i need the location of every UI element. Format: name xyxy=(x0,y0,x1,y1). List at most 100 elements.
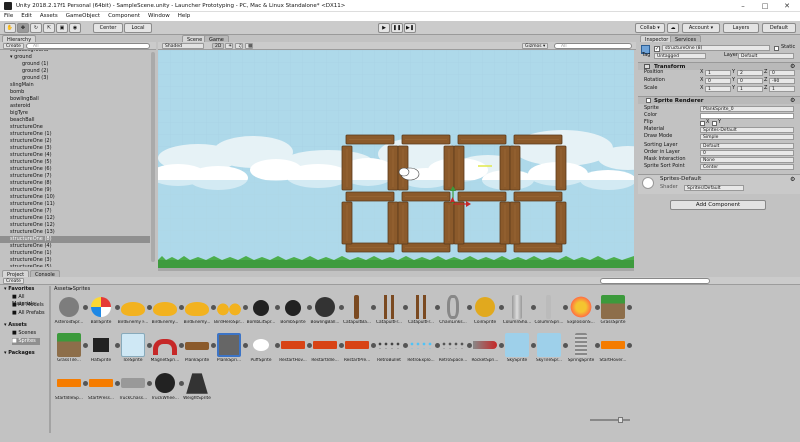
effects-toggle[interactable]: ▩ xyxy=(245,43,253,49)
hierarchy-search-input[interactable]: All xyxy=(26,43,150,49)
sprite-sort-point-dropdown[interactable]: Center xyxy=(700,164,794,170)
asset-item[interactable]: WeightSprite xyxy=(182,369,212,405)
sprite-renderer-settings-icon[interactable]: ⚙ xyxy=(790,97,795,104)
add-component-button[interactable]: Add Component xyxy=(670,200,766,210)
asset-item[interactable]: TruckWhee... xyxy=(150,369,184,405)
space-toggle[interactable]: Local xyxy=(124,23,152,33)
hierarchy-item[interactable]: asteroid xyxy=(0,103,150,110)
step-button[interactable]: ▶❚ xyxy=(404,23,416,33)
asset-item[interactable]: RestartIdle... xyxy=(310,331,344,367)
shader-dropdown[interactable]: Sprites/Default xyxy=(684,185,744,191)
hierarchy-item[interactable]: slingMain xyxy=(0,82,150,89)
asset-item[interactable]: MagnetSpri... xyxy=(150,331,184,367)
asset-item[interactable]: BirdEnemy F... xyxy=(118,293,152,329)
hierarchy-item[interactable]: ground (2) xyxy=(0,68,150,75)
expand-sprites-icon[interactable] xyxy=(627,343,632,348)
menu-item-help[interactable]: Help xyxy=(178,12,191,21)
asset-item[interactable]: CatapultBa... xyxy=(342,293,376,329)
sorting-layer-dropdown[interactable]: Default xyxy=(700,143,794,149)
pivot-toggle[interactable]: Center xyxy=(93,23,123,33)
tag-dropdown[interactable]: Untagged xyxy=(654,53,706,59)
project-divider[interactable] xyxy=(49,286,51,433)
minimize-button[interactable]: – xyxy=(732,0,754,12)
cloud-icon[interactable]: ☁ xyxy=(667,23,679,33)
hierarchy-item[interactable]: structureOne (9) xyxy=(0,187,150,194)
project-tree-item[interactable]: ▾ Favorites xyxy=(4,286,34,293)
asset-item[interactable]: PlankSprite xyxy=(182,331,216,367)
scene-viewport[interactable] xyxy=(158,50,634,268)
asset-item[interactable]: ChainLinks... xyxy=(438,293,472,329)
asset-item[interactable]: BirdEnemy... xyxy=(150,293,184,329)
project-tree-item[interactable]: ■ All Models xyxy=(12,302,44,309)
position-x-field[interactable]: 1 xyxy=(705,70,731,76)
static-checkbox[interactable] xyxy=(774,46,779,51)
sprite-renderer-header[interactable]: Sprite Renderer xyxy=(638,96,800,104)
hierarchy-item[interactable]: structureOne (8) xyxy=(0,180,150,187)
project-search-input[interactable] xyxy=(600,278,710,284)
draw-mode-dropdown[interactable]: Simple xyxy=(700,134,794,140)
asset-item[interactable]: StartPress... xyxy=(86,369,120,405)
sprite-field[interactable]: PlankSprite_0 xyxy=(700,106,794,112)
project-create-button[interactable]: Create xyxy=(3,278,24,284)
asset-item[interactable]: BirdEnemy... xyxy=(182,293,216,329)
gizmos-dropdown[interactable]: Gizmos ▾ xyxy=(522,43,549,49)
rect-tool-button[interactable]: ▣ xyxy=(56,23,68,33)
layout-dropdown[interactable]: Default xyxy=(762,23,796,33)
asset-item[interactable]: SpringSprite xyxy=(566,331,600,367)
menu-item-edit[interactable]: Edit xyxy=(21,12,32,21)
flip-x-checkbox[interactable] xyxy=(700,121,705,126)
active-checkbox[interactable]: ✓ xyxy=(654,46,660,52)
material-field[interactable]: Sprites-Default xyxy=(700,127,794,133)
hierarchy-item[interactable]: structureOne (3) xyxy=(0,257,150,264)
asset-item[interactable]: PlankSpri... xyxy=(214,331,248,367)
hierarchy-item[interactable]: structureOne (2) xyxy=(0,138,150,145)
asset-item[interactable]: RocketSpri... xyxy=(470,331,504,367)
asset-item[interactable]: RetroBullet xyxy=(374,331,408,367)
hierarchy-item[interactable]: bomb xyxy=(0,89,150,96)
asset-item[interactable]: ColumnSho... xyxy=(502,293,536,329)
hierarchy-item[interactable]: structureOne (4) xyxy=(0,243,150,250)
project-tree-item[interactable]: ■ Scenes xyxy=(12,330,36,337)
shading-dropdown[interactable]: Shaded xyxy=(162,43,204,49)
asset-item[interactable]: SkySprite xyxy=(502,331,536,367)
asset-item[interactable]: HatSprite xyxy=(86,331,120,367)
hierarchy-item[interactable]: structureOne (13) xyxy=(0,229,150,236)
asset-item[interactable]: GrassTile... xyxy=(54,331,88,367)
lighting-toggle[interactable]: ☀ xyxy=(225,43,233,49)
hierarchy-item[interactable]: structureOne (8) xyxy=(0,236,150,243)
hierarchy-item[interactable]: ▾ ground xyxy=(0,54,150,61)
asset-item[interactable]: BallSprite xyxy=(86,293,120,329)
project-tree-item[interactable]: ▾ Assets xyxy=(4,322,27,329)
layers-dropdown[interactable]: Layers xyxy=(723,23,759,33)
asset-item[interactable]: BirdHeroSpr... xyxy=(214,293,248,329)
asset-item[interactable]: PuffSprite xyxy=(246,331,280,367)
sprite-renderer-enabled-checkbox[interactable] xyxy=(646,98,651,103)
position-y-field[interactable]: 2 xyxy=(737,70,763,76)
asset-item[interactable]: RetroSpace... xyxy=(438,331,472,367)
hierarchy-item[interactable]: bigTyre xyxy=(0,110,150,117)
hierarchy-scrollbar[interactable] xyxy=(151,52,155,262)
asset-item[interactable]: TruckChass... xyxy=(118,369,152,405)
2d-toggle[interactable]: 2D xyxy=(212,43,225,49)
order-in-layer-field[interactable]: 0 xyxy=(700,150,794,156)
rotation-z-field[interactable]: -90 xyxy=(769,78,795,84)
asset-item[interactable]: GrassSprite xyxy=(598,293,632,329)
hierarchy-item[interactable]: structureOne (7) xyxy=(0,173,150,180)
object-name-field[interactable]: structureOne (8) xyxy=(662,45,770,51)
material-settings-icon[interactable]: ⚙ xyxy=(790,176,795,183)
hierarchy-item[interactable]: ground (1) xyxy=(0,61,150,68)
hierarchy-item[interactable]: structureOne (12) xyxy=(0,222,150,229)
scale-x-field[interactable]: 1 xyxy=(705,86,731,92)
asset-item[interactable]: IceSprite xyxy=(118,331,152,367)
asset-item[interactable]: BowlingBall... xyxy=(310,293,344,329)
hierarchy-item[interactable]: structureOne (6) xyxy=(0,166,150,173)
move-tool-button[interactable]: ✥ xyxy=(17,23,29,33)
transform-tool-button[interactable]: ◉ xyxy=(69,23,81,33)
menu-item-gameobject[interactable]: GameObject xyxy=(66,12,100,21)
asset-item[interactable]: StartHover... xyxy=(598,331,632,367)
rotation-y-field[interactable]: 0 xyxy=(737,78,763,84)
account-dropdown[interactable]: Account ▾ xyxy=(682,23,720,33)
menu-item-assets[interactable]: Assets xyxy=(40,12,58,21)
pause-button[interactable]: ❚❚ xyxy=(391,23,403,33)
project-tree-item[interactable]: ▾ Packages xyxy=(4,350,35,357)
